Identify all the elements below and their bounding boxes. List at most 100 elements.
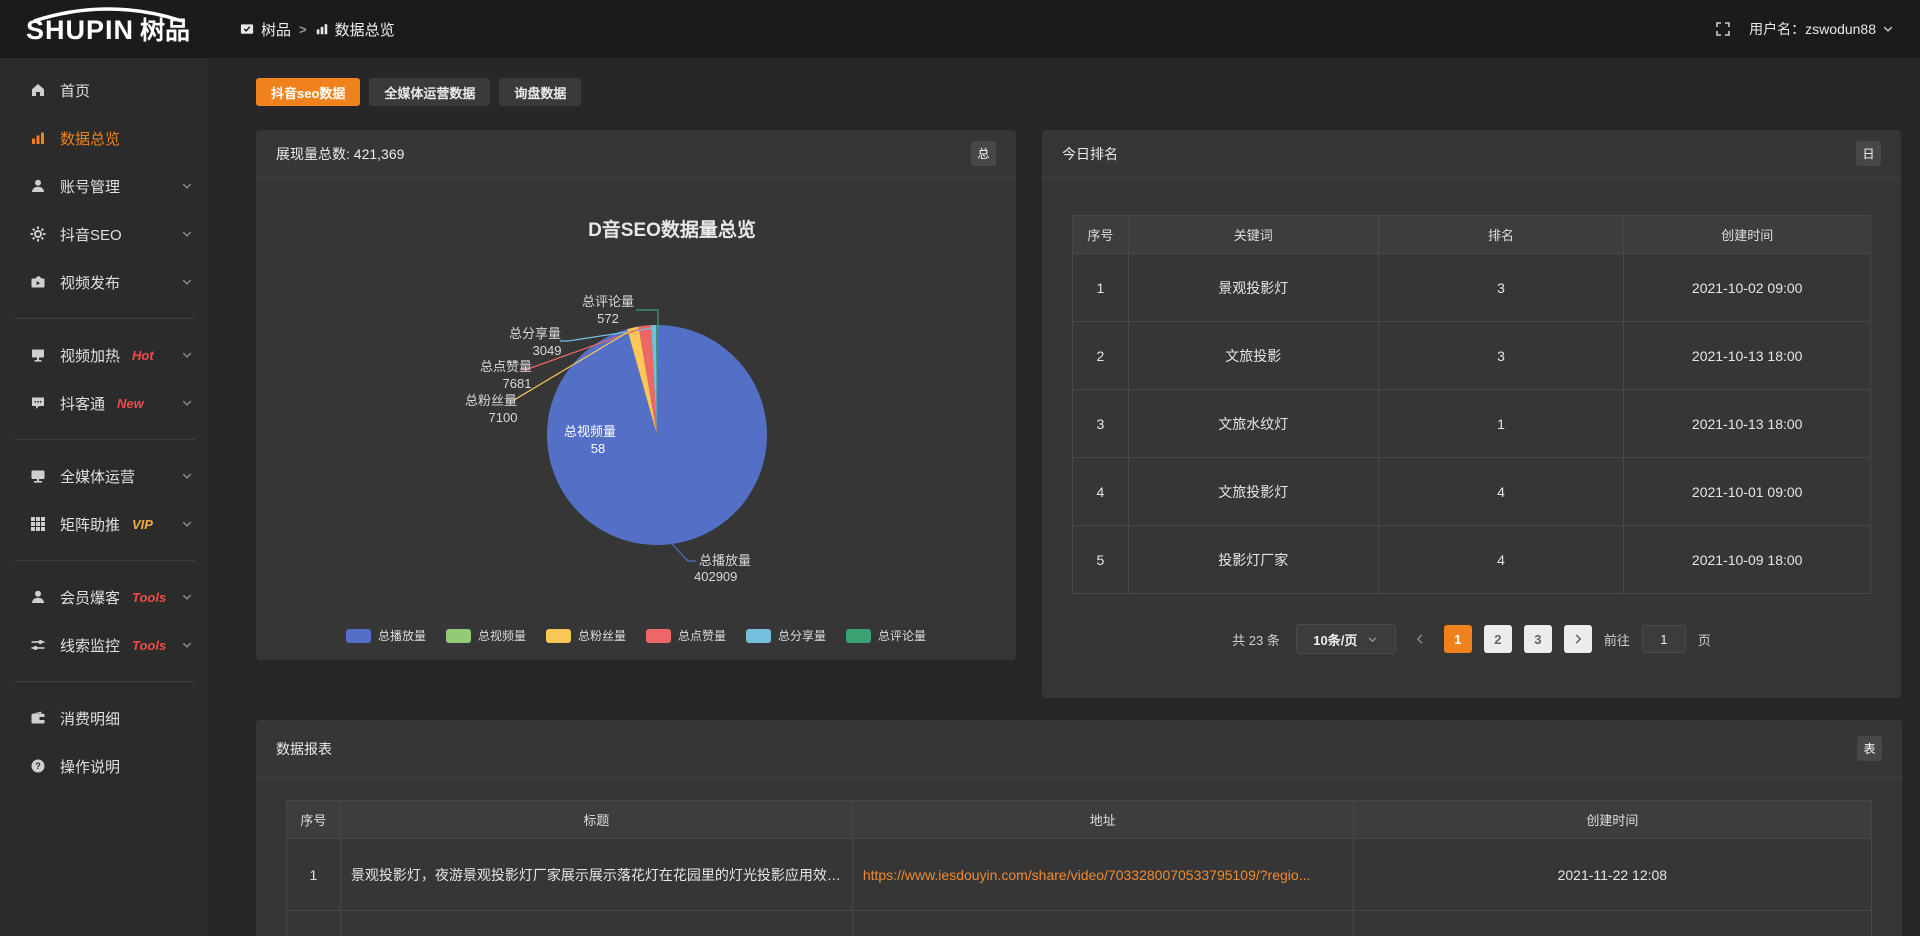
keyword-cell: 文旅水纹灯	[1128, 390, 1378, 458]
tools-badge: Tools	[132, 590, 166, 605]
table-header-row: 序号 标题 地址 创建时间	[287, 801, 1872, 839]
sliders-icon	[30, 637, 46, 653]
url-cell: https://www.iesdouyin.com/share/video/70…	[852, 839, 1353, 911]
data-tabs: 抖音seo数据 全媒体运营数据 询盘数据	[256, 78, 581, 106]
table-row: 3 文旅水纹灯 1 2021-10-13 18:00	[1073, 390, 1871, 458]
sidebar-item-media-operation[interactable]: 全媒体运营	[0, 452, 209, 500]
tab-inquiry-data[interactable]: 询盘数据	[499, 78, 581, 106]
tab-media-operation-data[interactable]: 全媒体运营数据	[369, 78, 490, 106]
sidebar-item-label: 首页	[60, 80, 90, 101]
table-row: 4 文旅投影灯 4 2021-10-01 09:00	[1073, 458, 1871, 526]
breadcrumb: 树品 > 数据总览	[240, 19, 395, 40]
sidebar-item-data-overview[interactable]: 数据总览	[0, 114, 209, 162]
chevron-down-icon	[181, 397, 193, 409]
chevron-down-icon	[1882, 23, 1894, 35]
index-cell: 1	[287, 839, 341, 911]
index-cell: 3	[1073, 390, 1129, 458]
col-created: 创建时间	[1353, 801, 1871, 839]
col-rank: 排名	[1378, 216, 1624, 254]
gear-icon	[30, 226, 46, 242]
chevron-down-icon	[181, 180, 193, 192]
breadcrumb-current-item[interactable]: 数据总览	[315, 19, 395, 40]
created-cell: 2021-10-02 09:00	[1624, 254, 1871, 322]
col-title: 标题	[340, 801, 852, 839]
pie-label-fans: 总粉丝量	[465, 393, 517, 408]
legend-item[interactable]: 总播放量	[346, 627, 426, 644]
chevron-down-icon	[181, 228, 193, 240]
table-header-row: 序号 关键词 排名 创建时间	[1073, 216, 1871, 254]
breadcrumb-root-item[interactable]: 树品	[240, 19, 291, 40]
sidebar-divider	[14, 318, 195, 319]
pie-label-likes: 总点赞量	[480, 359, 532, 374]
legend-swatch	[746, 629, 771, 643]
sidebar-item-video-publish[interactable]: 视频发布	[0, 258, 209, 306]
url-cell	[852, 911, 1353, 936]
pie-value-videos: 58	[591, 441, 605, 456]
pie-chart: D音SEO数据量总览 总评论量 572 总分享量 3049 总点赞量 7681 …	[256, 178, 1016, 660]
topbar: SHUPIN 树品 树品 > 数据总览 用户名：zswodun88	[0, 0, 1920, 58]
pie-value-fans: 7100	[489, 410, 518, 425]
report-body: 序号 标题 地址 创建时间 1 景观投影灯，夜游景观投影灯厂家展示展示落花灯在花…	[256, 800, 1902, 936]
daily-view-badge[interactable]: 日	[1856, 141, 1881, 166]
ranking-body: 序号 关键词 排名 创建时间 1 景观投影灯 3 2021-10-02 09:0…	[1042, 215, 1901, 654]
legend-swatch	[646, 629, 671, 643]
pie-label-shares: 总分享量	[509, 326, 561, 341]
report-panel-header: 数据报表 表	[256, 720, 1902, 778]
sidebar-item-clue-monitor[interactable]: 线索监控 Tools	[0, 621, 209, 669]
created-cell: 2021-10-13 18:00	[1624, 390, 1871, 458]
page-button-1[interactable]: 1	[1444, 625, 1472, 653]
ranking-table: 序号 关键词 排名 创建时间 1 景观投影灯 3 2021-10-02 09:0…	[1072, 215, 1871, 594]
ranking-panel: 今日排名 日 序号 关键词 排名 创建时间 1 景观投影灯	[1042, 130, 1901, 698]
chat-icon	[30, 395, 46, 411]
sidebar-item-instructions[interactable]: ? 操作说明	[0, 742, 209, 790]
sidebar-item-matrix-boost[interactable]: 矩阵助推 VIP	[0, 500, 209, 548]
tab-douyin-seo-data[interactable]: 抖音seo数据	[256, 78, 360, 106]
page-size-select[interactable]: 10条/页	[1296, 624, 1396, 654]
table-view-badge[interactable]: 表	[1857, 736, 1882, 761]
keyword-cell: 投影灯厂家	[1128, 526, 1378, 594]
chart-legend: 总播放量 总视频量 总粉丝量 总点赞量 总分享量 总评论量	[256, 627, 1016, 644]
pagination: 共 23 条 10条/页 1 2 3 前往 页	[1072, 624, 1871, 654]
page-button-3[interactable]: 3	[1524, 625, 1552, 653]
sidebar-item-account[interactable]: 账号管理	[0, 162, 209, 210]
page-button-2[interactable]: 2	[1484, 625, 1512, 653]
legend-item[interactable]: 总粉丝量	[546, 627, 626, 644]
sidebar-item-douketong[interactable]: 抖客通 New	[0, 379, 209, 427]
legend-item[interactable]: 总点赞量	[646, 627, 726, 644]
logo[interactable]: SHUPIN 树品	[0, 11, 210, 47]
legend-label: 总播放量	[378, 627, 426, 644]
prev-page-button[interactable]	[1408, 633, 1432, 645]
sidebar-item-label: 消费明细	[60, 708, 120, 729]
sidebar-item-member-burst[interactable]: 会员爆客 Tools	[0, 573, 209, 621]
title-cell	[340, 911, 852, 936]
goto-page-input[interactable]	[1642, 625, 1686, 653]
sidebar-item-label: 数据总览	[60, 128, 120, 149]
username: 用户名：zswodun88	[1749, 19, 1876, 39]
sidebar-item-home[interactable]: 首页	[0, 66, 209, 114]
index-cell: 5	[1073, 526, 1129, 594]
legend-item[interactable]: 总评论量	[846, 627, 926, 644]
legend-label: 总点赞量	[678, 627, 726, 644]
pie-value-comments: 572	[597, 311, 619, 326]
member-icon	[30, 589, 46, 605]
sidebar-item-label: 抖客通	[60, 393, 105, 414]
legend-item[interactable]: 总分享量	[746, 627, 826, 644]
created-cell: 2021-10-01 09:00	[1624, 458, 1871, 526]
sidebar-item-label: 视频加热	[60, 345, 120, 366]
legend-item[interactable]: 总视频量	[446, 627, 526, 644]
rank-cell: 1	[1378, 390, 1624, 458]
sidebar-item-douyin-seo[interactable]: 抖音SEO	[0, 210, 209, 258]
sidebar-item-video-heat[interactable]: 视频加热 Hot	[0, 331, 209, 379]
chevron-down-icon	[181, 349, 193, 361]
sidebar-item-consumption[interactable]: 消费明细	[0, 694, 209, 742]
topbar-right: 用户名：zswodun88	[1715, 19, 1920, 39]
video-url-link[interactable]: https://www.iesdouyin.com/share/video/70…	[863, 867, 1311, 883]
legend-swatch	[846, 629, 871, 643]
sidebar-divider	[14, 560, 195, 561]
total-view-badge[interactable]: 总	[971, 141, 996, 166]
next-page-button[interactable]	[1564, 625, 1592, 653]
pagination-total: 共 23 条	[1232, 630, 1280, 649]
user-menu[interactable]: 用户名：zswodun88	[1749, 19, 1894, 39]
fullscreen-icon[interactable]	[1715, 21, 1731, 37]
question-icon: ?	[30, 758, 46, 774]
